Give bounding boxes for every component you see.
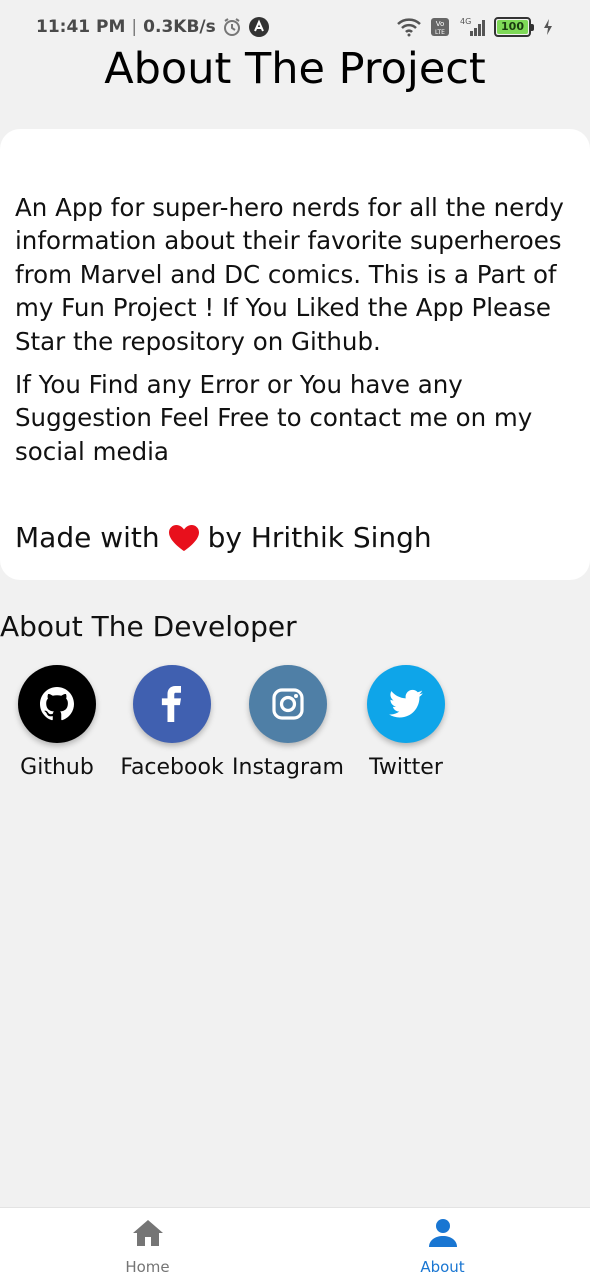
charging-icon xyxy=(542,18,554,36)
twitter-link[interactable]: Twitter xyxy=(346,665,466,780)
social-links: Github Facebook Instagram Twitter xyxy=(0,665,470,795)
network-type-label: 4G xyxy=(460,17,471,26)
project-card: An App for super-hero nerds for all the … xyxy=(0,129,590,580)
made-with-credit: Made with by Hrithik Singh xyxy=(15,521,432,554)
app-notification-icon xyxy=(248,16,270,38)
tab-about[interactable]: About xyxy=(295,1208,590,1281)
tab-home-label: Home xyxy=(125,1258,170,1276)
facebook-label: Facebook xyxy=(120,755,224,780)
status-right: Vo LTE 4G 100 xyxy=(396,16,554,38)
project-description: An App for super-hero nerds for all the … xyxy=(15,193,564,356)
instagram-link[interactable]: Instagram xyxy=(228,665,348,780)
developer-heading: About The Developer xyxy=(0,610,297,643)
github-link[interactable]: Github xyxy=(0,665,117,780)
facebook-link[interactable]: Facebook xyxy=(112,665,232,780)
made-with-author: by Hrithik Singh xyxy=(207,521,432,554)
status-separator: | xyxy=(131,17,138,37)
status-time: 11:41 PM xyxy=(36,17,126,37)
page-title: About The Project xyxy=(104,44,486,94)
battery-icon: 100 xyxy=(494,17,534,37)
github-icon[interactable] xyxy=(18,665,96,743)
contact-note: If You Find any Error or You have any Su… xyxy=(15,370,533,466)
svg-text:Vo: Vo xyxy=(436,20,445,28)
alarm-icon xyxy=(222,17,242,37)
tab-home[interactable]: Home xyxy=(0,1208,295,1281)
instagram-label: Instagram xyxy=(232,755,344,780)
bottom-nav: Home About xyxy=(0,1207,590,1281)
home-icon xyxy=(132,1218,164,1252)
status-left: 11:41 PM | 0.3KB/s xyxy=(36,16,270,38)
tab-about-label: About xyxy=(420,1258,465,1276)
heart-icon xyxy=(168,524,200,552)
svg-text:LTE: LTE xyxy=(435,29,445,36)
made-with-prefix: Made with xyxy=(15,521,160,554)
signal-icon: 4G xyxy=(458,16,486,38)
person-icon xyxy=(428,1218,458,1252)
github-label: Github xyxy=(20,755,94,780)
facebook-icon[interactable] xyxy=(133,665,211,743)
network-speed: 0.3KB/s xyxy=(143,17,216,37)
instagram-icon[interactable] xyxy=(249,665,327,743)
twitter-label: Twitter xyxy=(369,755,443,780)
volte-icon: Vo LTE xyxy=(430,17,450,37)
wifi-icon xyxy=(396,17,422,37)
battery-level: 100 xyxy=(497,20,528,34)
twitter-icon[interactable] xyxy=(367,665,445,743)
